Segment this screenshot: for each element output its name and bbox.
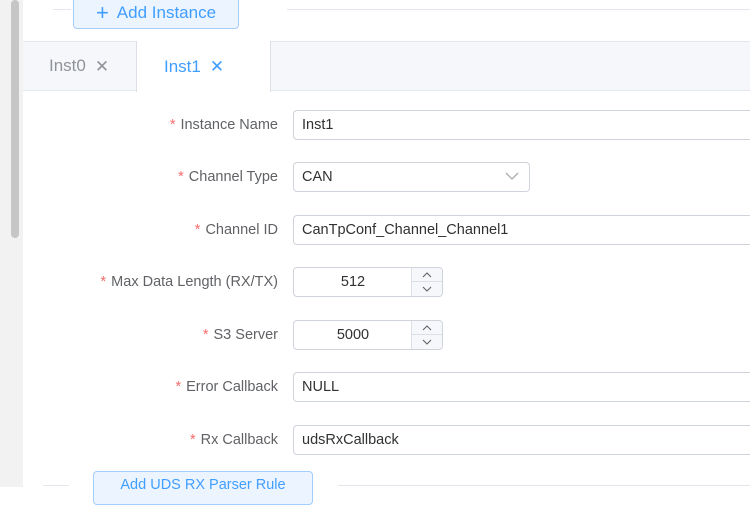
form-row-s3-server: * S3 Server 5000 [23, 320, 750, 350]
error-callback-input[interactable]: NULL [293, 372, 750, 402]
add-rule-label: Add UDS RX Parser Rule [120, 477, 286, 493]
form-row-max-data-length: * Max Data Length (RX/TX) 512 [23, 267, 750, 297]
required-asterisk: * [175, 379, 182, 395]
max-data-length-value[interactable]: 512 [294, 268, 412, 296]
chevron-down-icon [505, 172, 519, 180]
increment-button[interactable] [412, 321, 442, 335]
close-icon[interactable]: ✕ [210, 58, 224, 75]
divider-bottom-right [338, 485, 750, 486]
scrollbar-track[interactable] [0, 0, 23, 487]
s3-server-label: * S3 Server [202, 327, 278, 343]
instance-name-input[interactable]: Inst1 [293, 110, 750, 140]
channel-id-label: * Channel ID [194, 222, 278, 238]
form-row-channel-type: * Channel Type CAN [23, 162, 750, 192]
chevron-up-icon [422, 271, 432, 277]
required-asterisk: * [100, 274, 107, 290]
form-row-error-callback: * Error Callback NULL [23, 372, 750, 402]
channel-type-value: CAN [302, 169, 333, 185]
divider-bottom-left [43, 485, 69, 486]
rx-callback-input[interactable]: udsRxCallback [293, 425, 750, 455]
close-icon[interactable]: ✕ [95, 58, 109, 75]
chevron-up-icon [422, 324, 432, 330]
required-asterisk: * [202, 327, 209, 343]
required-asterisk: * [194, 222, 201, 238]
instance-tabs: Inst0 ✕ Inst1 ✕ [23, 41, 750, 92]
add-instance-button[interactable]: + Add Instance [73, 0, 239, 29]
stepper-controls [411, 321, 442, 349]
channel-type-label: * Channel Type [178, 169, 278, 185]
instance-name-label: * Instance Name [169, 117, 278, 133]
decrement-button[interactable] [412, 282, 442, 296]
tab-inst0[interactable]: Inst0 ✕ [23, 41, 136, 91]
form-row-rx-callback: * Rx Callback udsRxCallback [23, 425, 750, 455]
decrement-button[interactable] [412, 335, 442, 349]
divider-left [53, 9, 71, 10]
add-uds-rx-parser-rule-button[interactable]: Add UDS RX Parser Rule [93, 471, 313, 505]
error-callback-label: * Error Callback [175, 379, 278, 395]
required-asterisk: * [189, 432, 196, 448]
max-data-length-stepper[interactable]: 512 [293, 267, 443, 297]
s3-server-stepper[interactable]: 5000 [293, 320, 443, 350]
stepper-controls [411, 268, 442, 296]
increment-button[interactable] [412, 268, 442, 282]
scrollbar-thumb[interactable] [11, 0, 19, 238]
required-asterisk: * [169, 117, 176, 133]
chevron-down-icon [422, 286, 432, 292]
divider-right [287, 9, 750, 10]
channel-id-input[interactable]: CanTpConf_Channel_Channel1 [293, 215, 750, 245]
s3-server-value[interactable]: 5000 [294, 321, 412, 349]
tab-label: Inst1 [164, 56, 201, 76]
add-instance-label: Add Instance [116, 2, 217, 22]
form-row-channel-id: * Channel ID CanTpConf_Channel_Channel1 [23, 215, 750, 245]
required-asterisk: * [178, 169, 184, 185]
channel-type-select[interactable]: CAN [293, 162, 530, 192]
chevron-down-icon [422, 339, 432, 345]
max-data-length-label: * Max Data Length (RX/TX) [100, 274, 278, 290]
rx-callback-label: * Rx Callback [189, 432, 278, 448]
form-row-instance-name: * Instance Name Inst1 [23, 110, 750, 140]
plus-icon: + [95, 0, 109, 25]
tab-inst1[interactable]: Inst1 ✕ [136, 41, 271, 92]
tab-label: Inst0 [49, 56, 86, 75]
